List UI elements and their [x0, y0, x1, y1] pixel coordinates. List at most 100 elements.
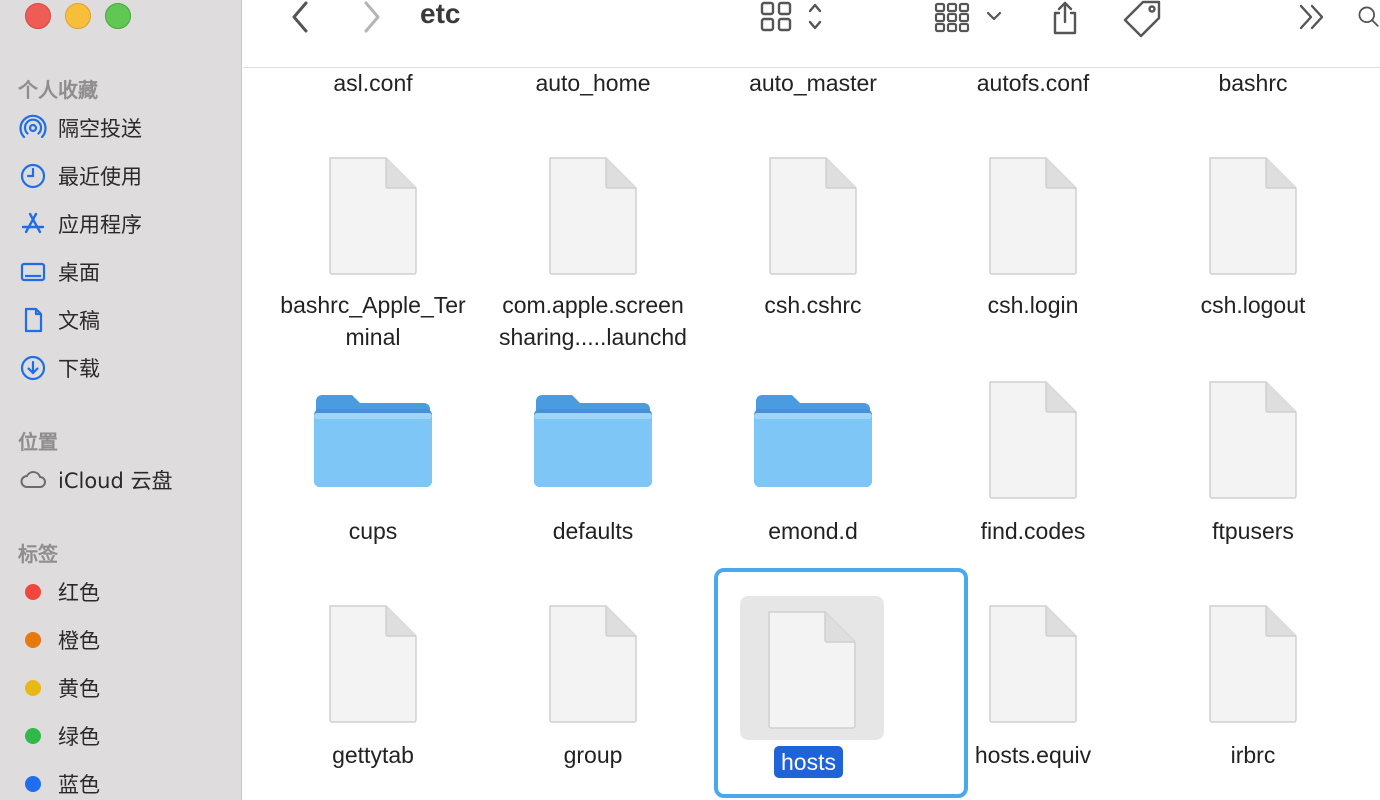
sidebar-item-label: 绿色 — [58, 725, 100, 749]
sidebar-item-label: 隔空投送 — [58, 117, 142, 141]
file-name: csh.cshrc — [764, 292, 862, 318]
file-item[interactable]: com.apple.screen sharing.....launchd — [483, 155, 703, 355]
clock-icon — [18, 161, 48, 191]
file-name: irbrc — [1230, 742, 1276, 768]
file-item[interactable]: bashrc — [1143, 69, 1363, 99]
folder-name: emond.d — [768, 518, 858, 544]
file-item[interactable]: gettytab — [263, 603, 483, 773]
sidebar-item-tag-green[interactable]: 绿色 — [18, 720, 100, 752]
file-name: gettytab — [332, 742, 414, 768]
file-item[interactable]: bashrc_Apple_Ter minal — [263, 155, 483, 355]
more-toolbar-button[interactable] — [1295, 0, 1329, 34]
file-name: bashrc — [1218, 70, 1288, 96]
file-name-continued: minal — [345, 324, 401, 350]
sidebar-item-icloud[interactable]: iCloud 云盘 — [18, 464, 173, 496]
forward-button[interactable] — [355, 0, 389, 34]
file-name: com.apple.screen — [502, 292, 684, 318]
folder-item[interactable]: cups — [263, 387, 483, 547]
generic-file-icon — [549, 605, 637, 723]
file-item[interactable]: auto_master — [703, 69, 923, 99]
group-by-button[interactable] — [933, 0, 1009, 34]
file-name: group — [563, 742, 623, 768]
folder-name: cups — [348, 518, 398, 544]
grid-view-icon — [760, 1, 822, 32]
folder-title: etc — [420, 0, 461, 29]
sidebar-item-airdrop[interactable]: 隔空投送 — [18, 112, 142, 144]
airdrop-icon — [18, 113, 48, 143]
file-name: hosts.equiv — [974, 742, 1092, 768]
file-item[interactable]: find.codes — [923, 379, 1143, 549]
zoom-window-button[interactable] — [105, 3, 131, 29]
sidebar-item-tag-yellow[interactable]: 黄色 — [18, 672, 100, 704]
file-item[interactable]: ftpusers — [1143, 379, 1363, 549]
file-name: bashrc_Apple_Ter — [280, 292, 466, 318]
minimize-window-button[interactable] — [65, 3, 91, 29]
group-by-icon — [934, 2, 1002, 33]
download-icon — [18, 353, 48, 383]
file-name: auto_home — [535, 70, 651, 96]
generic-file-icon — [989, 157, 1077, 275]
file-name: ftpusers — [1212, 518, 1294, 544]
double-chevron-right-icon — [1299, 4, 1324, 30]
tags-section-title: 标签 — [18, 542, 58, 566]
sidebar-item-downloads[interactable]: 下载 — [18, 352, 100, 384]
generic-file-icon — [989, 381, 1077, 499]
search-button[interactable] — [1355, 0, 1380, 34]
file-item[interactable]: asl.conf — [263, 69, 483, 99]
toolbar: etc — [243, 0, 1380, 68]
cloud-icon — [18, 465, 48, 495]
file-item[interactable]: autofs.conf — [923, 69, 1143, 99]
document-icon — [18, 305, 48, 335]
file-name: find.codes — [980, 518, 1086, 544]
selected-file-name[interactable]: hosts — [774, 746, 843, 778]
file-item[interactable]: csh.cshrc — [703, 155, 923, 355]
sidebar-item-tag-red[interactable]: 红色 — [18, 576, 100, 608]
sidebar-item-recents[interactable]: 最近使用 — [18, 160, 142, 192]
generic-file-icon — [549, 157, 637, 275]
file-name: autofs.conf — [976, 70, 1090, 96]
tag-color-dot — [25, 680, 41, 696]
file-name: auto_master — [749, 70, 877, 96]
close-window-button[interactable] — [25, 3, 51, 29]
sidebar-item-label: 红色 — [58, 581, 100, 605]
file-name: csh.login — [987, 292, 1079, 318]
tag-color-dot — [25, 632, 41, 648]
applications-icon — [18, 209, 48, 239]
sidebar-item-label: 文稿 — [58, 309, 100, 333]
file-item[interactable]: irbrc — [1143, 603, 1363, 773]
file-item[interactable]: auto_home — [483, 69, 703, 99]
sidebar-item-tag-orange[interactable]: 橙色 — [18, 624, 100, 656]
favorites-section-title: 个人收藏 — [18, 78, 98, 102]
share-icon — [1053, 1, 1077, 35]
file-item[interactable]: group — [483, 603, 703, 773]
sidebar-item-label: 最近使用 — [58, 165, 142, 189]
sidebar-item-tag-blue[interactable]: 蓝色 — [18, 768, 100, 800]
file-name: asl.conf — [333, 70, 413, 96]
sidebar-item-documents[interactable]: 文稿 — [18, 304, 100, 336]
folder-item[interactable]: defaults — [483, 387, 703, 547]
sidebar-item-label: 黄色 — [58, 677, 100, 701]
share-button[interactable] — [1047, 0, 1083, 36]
sidebar-item-label: 橙色 — [58, 629, 100, 653]
generic-file-icon — [768, 611, 856, 729]
folder-icon — [534, 395, 652, 487]
file-item[interactable]: hosts.equiv — [923, 603, 1143, 773]
tag-color-dot — [25, 728, 41, 744]
sidebar-item-desktop[interactable]: 桌面 — [18, 256, 100, 288]
generic-file-icon — [1209, 381, 1297, 499]
window-controls — [25, 3, 131, 29]
folder-name: defaults — [552, 518, 634, 544]
file-grid: asl.conf auto_home auto_master autofs.co… — [243, 69, 1380, 800]
file-item[interactable]: csh.login — [923, 155, 1143, 355]
view-mode-button[interactable] — [758, 0, 828, 34]
sidebar-item-label: 下载 — [58, 357, 100, 381]
file-item[interactable]: csh.logout — [1143, 155, 1363, 355]
sidebar-item-applications[interactable]: 应用程序 — [18, 208, 142, 240]
back-button[interactable] — [283, 0, 317, 34]
folder-item[interactable]: emond.d — [703, 387, 923, 547]
chevron-right-icon — [364, 1, 380, 33]
generic-file-icon — [1209, 157, 1297, 275]
tag-button[interactable] — [1123, 0, 1165, 38]
sidebar-item-label: 桌面 — [58, 261, 100, 285]
tag-color-dot — [25, 584, 41, 600]
